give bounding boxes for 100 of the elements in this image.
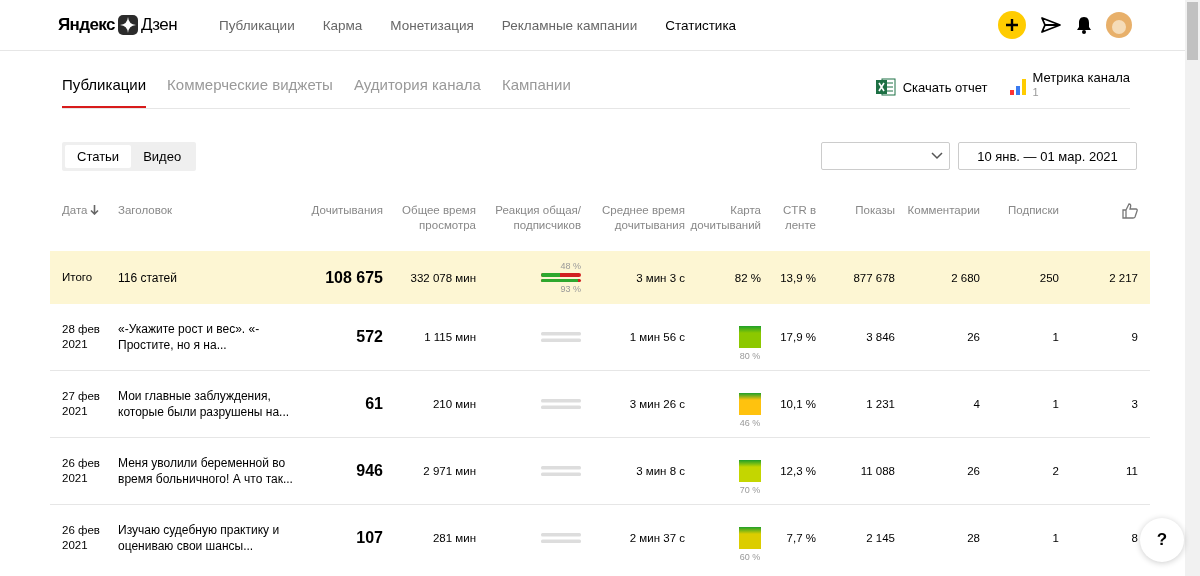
table-cell: 2 мин 37 с [629,532,685,544]
percent-label: 93 % [560,284,581,294]
column-header[interactable]: Общее время просмотра [383,203,476,233]
percent-label: 46 % [739,417,761,428]
table-cell: 2 680 [951,271,980,284]
table-cell: 210 мин [432,398,476,410]
article-title[interactable]: Изучаю судебную практику и оцениваю свои шансы... [118,522,300,554]
percent-label: 48 % [560,261,581,271]
column-header[interactable]: Реакция общая/ подписчиков [476,203,581,233]
nav-link[interactable]: Карма [322,17,363,33]
table-cell: 3 мин 8 с [636,465,685,477]
table-cell: 11 [1126,465,1138,477]
empty-bars-icon [541,466,581,476]
table-cell: 2 [1052,465,1059,477]
table-cell: 2 217 [1109,271,1138,284]
empty-bars-icon [541,399,581,409]
table-cell: 1 [1052,331,1059,343]
empty-bars-icon [541,533,581,543]
channel-metrics-link[interactable]: Метрика канала 1 [1009,70,1130,100]
article-title[interactable]: Мои главные заблуждения, которые были разрушены на... [118,388,300,420]
table-cell: 11 088 [860,465,895,477]
table-cell: 107 [356,529,383,547]
table-cell: 8 [1131,532,1138,544]
column-header[interactable]: Дочитывания [311,203,383,218]
table-cell: 3 [1131,398,1138,410]
table-cell: 3 мин 3 с [636,271,685,284]
column-header[interactable]: Показы [855,203,895,218]
percent-label: 80 % [739,350,761,361]
table-cell: 28 [967,532,980,544]
download-report-link[interactable]: Скачать отчет [875,78,988,96]
table-cell: 17,9 % [780,331,816,343]
table-cell: 108 675 [325,268,383,287]
logo-icon [117,15,138,35]
table-cell-text: 27 фев 2021 [62,389,101,419]
table-cell: 13,9 % [780,271,816,284]
read-map-swatch[interactable] [739,459,761,482]
send-icon[interactable] [1040,16,1062,34]
table-cell: 250 [1039,271,1059,284]
table-cell: 9 [1131,331,1138,343]
table-cell: 1 [1052,532,1059,544]
spreadsheet-icon [875,78,896,96]
chevron-down-icon [931,152,943,160]
segment-button[interactable]: Видео [131,145,194,168]
thumbs-up-icon[interactable] [1122,203,1138,219]
table-cell: 281 мин [432,532,476,544]
percent-label: 60 % [739,551,761,562]
nav-link[interactable]: Рекламные кампании [501,17,638,33]
table-cell: 2 145 [866,532,895,544]
article-title[interactable]: «-Укажите рост и вес». «-Простите, но я на... [118,321,300,353]
table-cell-text: 26 фев 2021 [62,523,101,553]
read-map-swatch[interactable] [739,325,761,348]
help-button[interactable]: ? [1140,518,1184,562]
column-header[interactable]: Подписки [1008,203,1059,218]
table-cell: 61 [365,395,383,413]
column-header[interactable]: Комментарии [907,203,980,218]
column-header[interactable]: Дата [62,203,100,218]
table-cell-text: Итого [62,270,94,285]
table-cell: 572 [356,328,383,346]
nav-link[interactable]: Публикации [219,17,295,33]
table-cell: 4 [973,398,980,410]
segment-button[interactable]: Статьи [65,145,132,168]
table-cell: 82 % [734,271,761,284]
sort-arrow-icon [90,205,100,215]
table-cell: 3 мин 26 с [629,398,685,410]
scrollbar[interactable] [1185,0,1200,576]
article-title: 116 статей [118,269,178,286]
add-icon[interactable] [998,11,1026,39]
tab[interactable]: Публикации [62,70,147,108]
read-map-swatch[interactable] [739,392,761,415]
empty-bars-icon [541,332,581,342]
table-cell: 10,1 % [780,398,816,410]
table-cell: 877 678 [853,271,895,284]
table-cell: 3 846 [866,331,895,343]
article-title[interactable]: Меня уволили беременной во время больничного! А что так... [118,455,300,487]
nav-link[interactable]: Статистика [665,17,737,33]
column-header[interactable]: Заголовок [118,203,173,218]
logo-text: Яндекс [58,15,115,35]
nav-link[interactable]: Монетизация [390,17,474,33]
table-cell: 1 115 мин [424,331,476,343]
table-cell-text: 28 фев 2021 [62,322,101,352]
read-map-swatch[interactable] [739,526,761,549]
bar-chart-icon [1009,79,1026,95]
logo-text: Дзен [140,15,177,35]
table-cell: 1 мин 56 с [629,331,685,343]
table-cell: 1 231 [866,398,895,410]
column-header[interactable]: Среднее время дочитывания [581,203,685,233]
avatar-icon[interactable] [1106,12,1132,38]
table-cell: 946 [356,462,383,480]
date-range-field[interactable]: 10 янв. — 01 мар. 2021 [958,142,1137,170]
column-header[interactable]: Карта дочитываний [685,203,761,233]
bell-icon[interactable] [1076,16,1092,34]
table-cell: 26 [967,331,980,343]
table-cell: 1 [1052,398,1059,410]
table-cell: 26 [967,465,980,477]
table-cell-text: 26 фев 2021 [62,456,101,486]
column-header[interactable]: CTR в ленте [761,203,816,233]
table-cell: 2 971 мин [423,465,476,477]
table-cell: 12,3 % [780,465,816,477]
percent-label: 70 % [739,484,761,495]
table-cell: 332 078 мин [410,271,476,284]
